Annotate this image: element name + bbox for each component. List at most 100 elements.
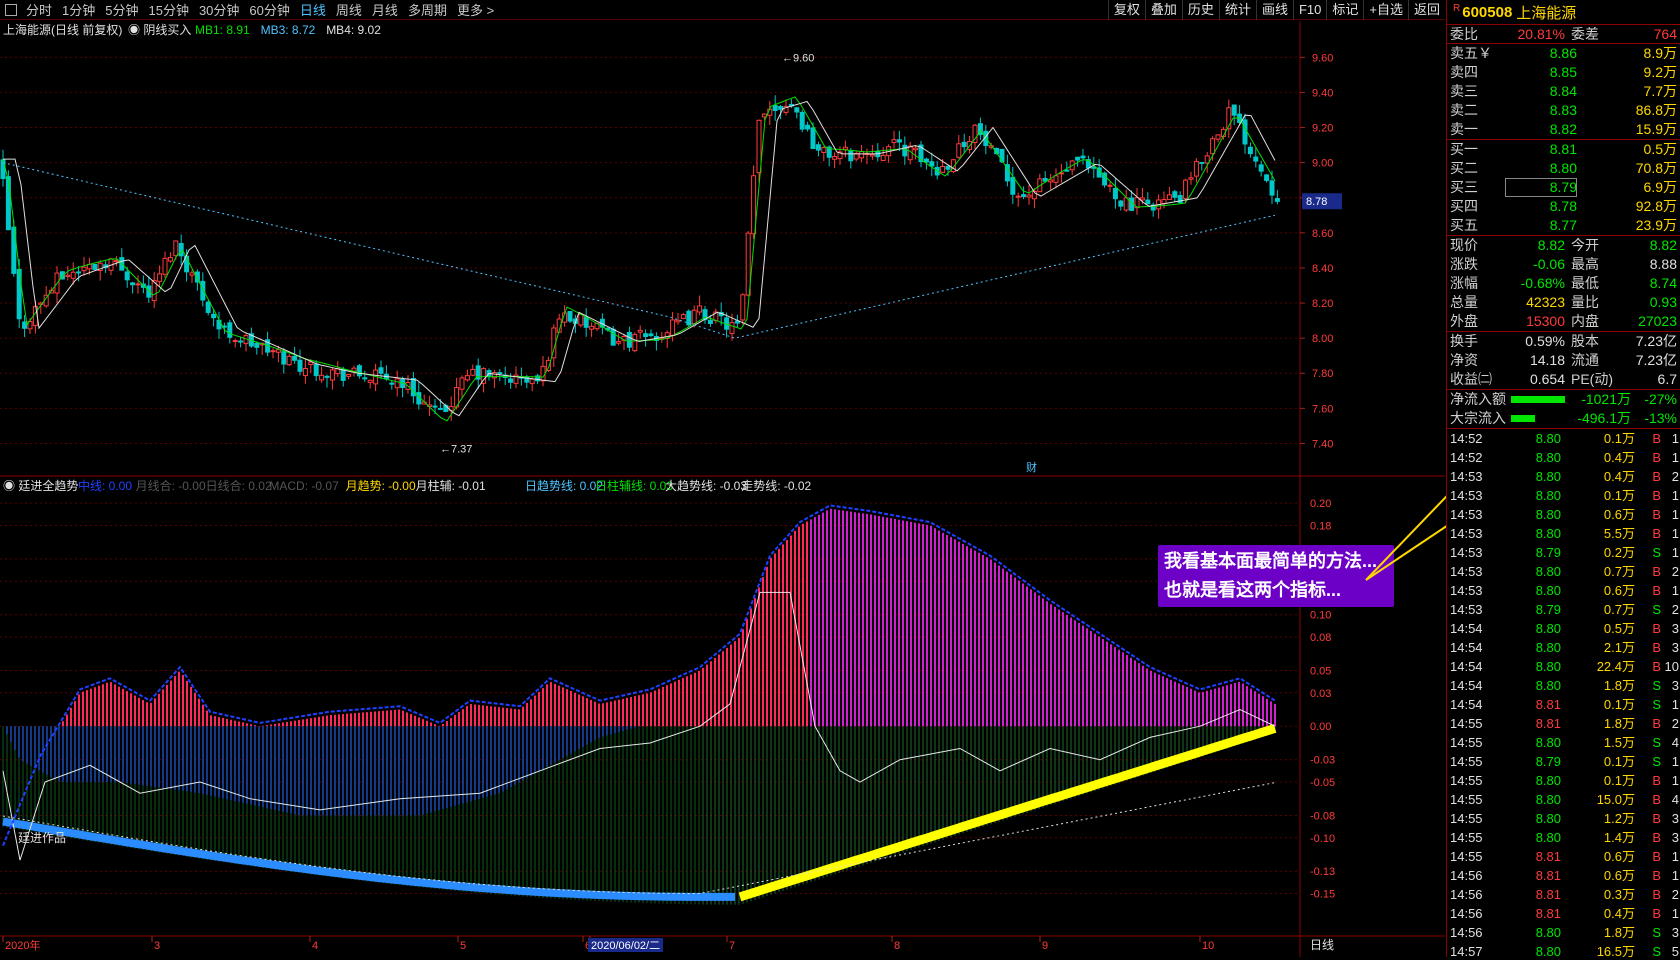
- tick-row: 14:55 8.80 1.5万 S 4: [1447, 733, 1680, 752]
- period-tab-2[interactable]: 5分钟: [100, 0, 143, 19]
- candle-body: [1112, 188, 1118, 200]
- tick-volume: 0.6万: [1603, 868, 1635, 883]
- sell-level[interactable]: 卖五￥ 8.86 8.9万: [1447, 44, 1680, 63]
- tick-row: 14:56 8.81 0.3万 B 2: [1447, 885, 1680, 904]
- sell-level[interactable]: 卖三 8.84 7.7万: [1447, 82, 1680, 101]
- stat-value: 15300: [1526, 313, 1565, 329]
- tick-count: 3: [1671, 811, 1679, 826]
- toolbar-button-7[interactable]: +自选: [1363, 0, 1408, 20]
- sell-level-price: 8.83: [1549, 102, 1577, 118]
- stat-value: -0.06: [1533, 256, 1565, 272]
- candle-body: [902, 144, 908, 157]
- candle-body: [610, 328, 616, 346]
- sub-y-tick: -0.10: [1310, 833, 1335, 845]
- buy-level[interactable]: 买四 8.78 92.8万: [1447, 197, 1680, 216]
- candle-body: [5, 176, 11, 231]
- tick-side: S: [1652, 944, 1661, 957]
- candle-body: [292, 355, 298, 361]
- period-tab-10[interactable]: 更多 >: [452, 0, 499, 19]
- tick-price: 8.80: [1535, 735, 1561, 750]
- tick-volume: 0.6万: [1603, 507, 1635, 522]
- tick-time: 14:55: [1450, 792, 1483, 807]
- candle-body: [529, 378, 535, 385]
- sell-level[interactable]: 卖四 8.85 9.2万: [1447, 63, 1680, 82]
- buy-level-volume: 23.9万: [1635, 217, 1677, 233]
- tick-count: 1: [1671, 507, 1679, 522]
- tick-row: 14:52 8.80 0.4万 B 1: [1447, 448, 1680, 467]
- candle-body: [394, 378, 400, 389]
- fundamental-label: 换手: [1450, 333, 1478, 349]
- tick-row: 14:53 8.79 0.7万 S 2: [1447, 600, 1680, 619]
- stat-value: -0.68%: [1520, 275, 1565, 291]
- stock-name[interactable]: 上海能源: [1516, 2, 1576, 23]
- kline-chart[interactable]: 上海能源(日线 前复权) ◉ 阴线买入 MB1: 8.91 MB3: 8.72 MB4:…: [0, 21, 1445, 957]
- chart-area[interactable]: 上海能源(日线 前复权) ◉ 阴线买入 MB1: 8.91 MB3: 8.72 MB4:…: [0, 21, 1445, 957]
- period-tab-8[interactable]: 月线: [367, 0, 403, 19]
- tick-side: B: [1652, 868, 1661, 883]
- toolbar-button-6[interactable]: 标记: [1326, 0, 1363, 20]
- window-restore-icon[interactable]: [5, 3, 17, 16]
- tick-row: 14:53 8.80 0.6万 B 1: [1447, 581, 1680, 600]
- tick-row: 14:54 8.81 0.1万 S 1: [1447, 695, 1680, 714]
- sell-level-label: 卖二: [1450, 102, 1478, 118]
- candle-body: [740, 294, 746, 321]
- buy-level[interactable]: 买二 8.80 70.8万: [1447, 159, 1680, 178]
- candle-body: [848, 149, 854, 162]
- candle-body: [1231, 104, 1237, 116]
- candle-body: [464, 375, 470, 381]
- tick-time: 14:56: [1450, 925, 1483, 940]
- stock-header: R 600508 上海能源: [1447, 0, 1680, 25]
- toolbar-button-4[interactable]: 画线: [1255, 0, 1293, 20]
- stock-code[interactable]: 600508: [1462, 4, 1512, 21]
- candle-body: [1048, 179, 1054, 183]
- candle-body: [1145, 199, 1151, 205]
- toolbar-button-0[interactable]: 复权: [1107, 0, 1145, 20]
- sub-legend-2: 日线合: 0.02: [206, 478, 272, 493]
- tick-count: 2: [1671, 564, 1679, 579]
- candle-body: [1080, 155, 1086, 159]
- toolbar-button-5[interactable]: F10: [1292, 0, 1326, 20]
- candle-body: [891, 139, 897, 144]
- main-y-tick: 7.60: [1312, 403, 1333, 415]
- candle-body: [459, 377, 465, 390]
- candle-body: [859, 151, 865, 159]
- sub-legend-5: 月柱辅: -0.01: [416, 478, 486, 493]
- buy-level[interactable]: 买五 8.77 23.9万: [1447, 216, 1680, 235]
- tick-side: S: [1652, 754, 1661, 769]
- period-tab-3[interactable]: 15分钟: [143, 0, 193, 19]
- period-tab-9[interactable]: 多周期: [403, 0, 452, 19]
- toolbar-button-1[interactable]: 叠加: [1144, 0, 1182, 20]
- candle-body: [956, 143, 962, 158]
- toolbar-button-2[interactable]: 历史: [1181, 0, 1219, 20]
- period-tab-6[interactable]: 日线: [295, 0, 331, 19]
- sub-legend-1: 月线合: -0.00: [136, 478, 206, 493]
- period-tab-0[interactable]: 分时: [21, 0, 57, 19]
- stat-label-2: 最低: [1571, 275, 1599, 291]
- sell-level[interactable]: 卖二 8.83 86.8万: [1447, 101, 1680, 120]
- tick-side: S: [1652, 697, 1661, 712]
- stat-value: 8.82: [1537, 237, 1565, 253]
- candle-body: [92, 263, 98, 270]
- candle-body: [356, 365, 362, 377]
- sell-level-price: 8.84: [1549, 83, 1577, 99]
- tick-volume: 0.6万: [1603, 583, 1635, 598]
- toolbar-button-3[interactable]: 统计: [1218, 0, 1256, 20]
- buy-level[interactable]: 买三 8.79 6.9万: [1447, 178, 1680, 197]
- tick-time: 14:55: [1450, 716, 1483, 731]
- period-tab-5[interactable]: 60分钟: [244, 0, 294, 19]
- period-tab-1[interactable]: 1分钟: [57, 0, 100, 19]
- sub-legend-7: 日柱辅线: 0.03: [595, 478, 673, 493]
- period-tab-7[interactable]: 周线: [331, 0, 367, 19]
- tick-side: S: [1652, 925, 1661, 940]
- sell-level[interactable]: 卖一 8.82 15.9万: [1447, 120, 1680, 139]
- toolbar-button-8[interactable]: 返回: [1407, 0, 1445, 20]
- tick-time: 14:54: [1450, 659, 1483, 674]
- money-flows: 净流入额 -1021万 -27% 大宗流入 -496.1万 -13%: [1447, 390, 1680, 429]
- period-tab-4[interactable]: 30分钟: [194, 0, 244, 19]
- candle-body: [1064, 169, 1070, 172]
- candle-body: [896, 139, 902, 143]
- tick-price: 8.80: [1535, 526, 1561, 541]
- tick-volume: 1.8万: [1603, 678, 1635, 693]
- buy-level[interactable]: 买一 8.81 0.5万: [1447, 140, 1680, 159]
- tick-row: 14:54 8.80 22.4万 B 10: [1447, 657, 1680, 676]
